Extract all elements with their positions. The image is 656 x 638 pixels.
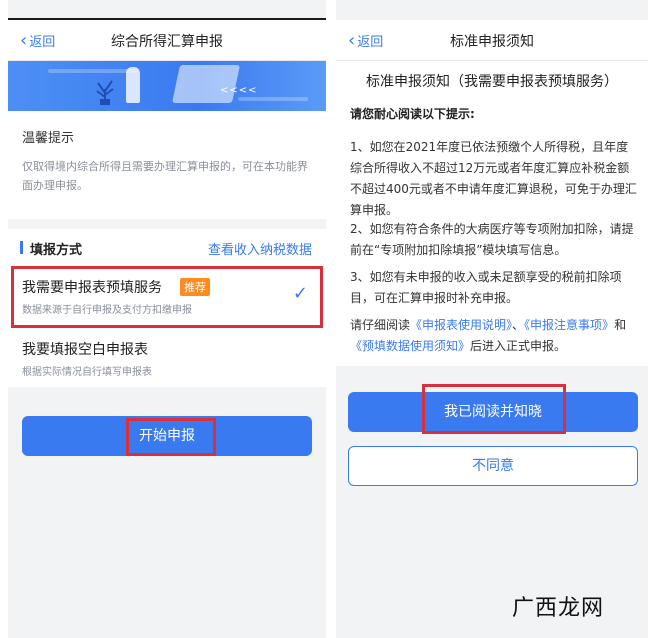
para4-prefix: 请仔细阅读 (350, 318, 411, 332)
card-illustration (171, 65, 241, 103)
page-title: 标准申报须知 (450, 34, 534, 50)
left-screen: ‹ 返回 综合所得汇算申报 <<<< 温馨提示 仅取得境内综合所得且需要办理汇算… (8, 0, 326, 638)
option-blank-desc: 根据实际情况自行填写申报表 (22, 367, 152, 378)
prefill-notice-link[interactable]: 《预填数据使用须知》 (350, 339, 470, 353)
para4-sep1: 、 (512, 318, 525, 332)
option-blank-title: 我要填报空白申报表 (22, 342, 148, 358)
option-prefill-service[interactable]: 我需要申报表预填服务 推荐 数据来源于自行申报及支付方扣缴申报 ✓ (8, 267, 326, 323)
section-accent-bar (20, 241, 23, 254)
method-section: 填报方式 查看收入纳税数据 我需要申报表预填服务 推荐 数据来源于自行申报及支付… (8, 229, 326, 387)
paragraph-2: 2、如您有符合条件的大病医疗等专项附加扣除，请提前在“专项附加扣除填报”模块填写… (350, 222, 634, 257)
notice-section: 温馨提示 仅取得境内综合所得且需要办理汇算申报的，可在本功能界面办理申报。 (8, 111, 326, 219)
banner-illustration: <<<< (8, 61, 326, 111)
disagree-button[interactable]: 不同意 (348, 446, 638, 486)
intro-text: 请您耐心阅读以下提示: (350, 107, 475, 121)
paragraph-1: 1、如您在2021年度已依法预缴个人所得税，且年度综合所得收入不超过12万元或者… (350, 140, 637, 217)
person-figure (126, 67, 140, 103)
notice-content: 标准申报须知（我需要申报表预填服务） 请您耐心阅读以下提示: 1、如您在2021… (336, 61, 648, 366)
watermark: 广西龙网 (512, 596, 605, 621)
para4-suffix: 后进入正式申报。 (470, 339, 567, 353)
option-prefill-title: 我需要申报表预填服务 (22, 280, 162, 296)
left-navbar: ‹ 返回 综合所得汇算申报 (8, 20, 326, 61)
usage-instructions-link[interactable]: 《申报表使用说明》 (410, 318, 512, 332)
checkmark-icon: ✓ (292, 283, 308, 304)
precautions-link[interactable]: 《申报注意事项》 (524, 318, 614, 332)
view-income-link[interactable]: 查看收入纳税数据 (208, 239, 312, 258)
right-navbar: ‹ 返回 标准申报须知 (336, 20, 648, 61)
right-screen: ‹ 返回 标准申报须知 标准申报须知（我需要申报表预填服务） 请您耐心阅读以下提… (336, 0, 648, 638)
notice-title: 温馨提示 (22, 131, 75, 146)
paragraph-4: 请仔细阅读《申报表使用说明》、《申报注意事项》和《预填数据使用须知》后进入正式申… (350, 315, 640, 357)
recommend-badge: 推荐 (180, 278, 210, 296)
start-declaration-button[interactable]: 开始申报 (22, 416, 312, 456)
chevrons-decoration: <<<< (220, 85, 258, 96)
plant-icon (96, 80, 114, 105)
option-blank-form[interactable]: 我要填报空白申报表 根据实际情况自行填写申报表 (8, 333, 326, 383)
agree-button[interactable]: 我已阅读并知晓 (348, 392, 638, 432)
notice-body: 仅取得境内综合所得且需要办理汇算申报的，可在本功能界面办理申报。 (22, 160, 308, 192)
method-label: 填报方式 (30, 243, 83, 258)
paragraph-3: 3、如您有未申报的收入或未足额享受的税前扣除项目，可在汇算申报时补充申报。 (350, 270, 622, 305)
option-prefill-desc: 数据来源于自行申报及支付方扣缴申报 (22, 305, 192, 316)
para4-sep2: 和 (614, 318, 627, 332)
page-title: 综合所得汇算申报 (111, 34, 223, 50)
content-heading: 标准申报须知（我需要申报表预填服务） (366, 74, 618, 90)
